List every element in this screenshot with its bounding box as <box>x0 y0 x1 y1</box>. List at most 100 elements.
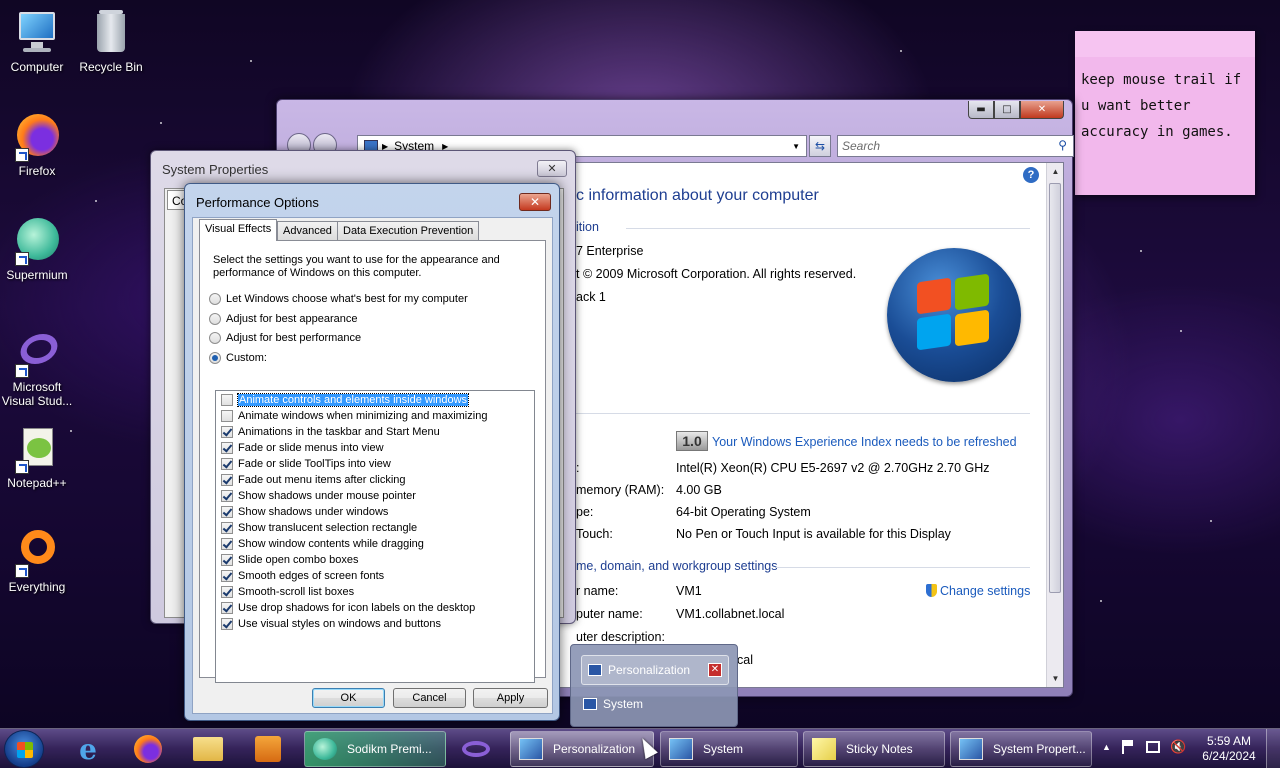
close-icon[interactable]: ✕ <box>708 663 722 677</box>
effect-item[interactable]: Use drop shadows for icon labels on the … <box>221 600 475 616</box>
radio-button-selected[interactable] <box>209 352 221 364</box>
effect-item[interactable]: Use visual styles on windows and buttons <box>221 616 441 632</box>
radio-let-windows-choose[interactable]: Let Windows choose what's best for my co… <box>209 293 468 305</box>
tab-visual-effects[interactable]: Visual Effects <box>199 219 278 241</box>
checkbox[interactable] <box>221 410 233 422</box>
checkbox-checked[interactable] <box>221 570 233 582</box>
pinned-explorer[interactable] <box>182 731 234 767</box>
effect-item[interactable]: Slide open combo boxes <box>221 552 358 568</box>
scrollbar-thumb[interactable] <box>1049 183 1061 593</box>
change-settings-label[interactable]: Change settings <box>940 584 1030 598</box>
desktop-icon-supermium[interactable]: Supermium <box>0 216 74 282</box>
effect-item[interactable]: Fade or slide menus into view <box>221 440 384 456</box>
start-button[interactable] <box>4 730 44 768</box>
scroll-down-icon[interactable]: ▼ <box>1047 670 1063 687</box>
visual-effects-list[interactable]: Animate controls and elements inside win… <box>215 390 535 683</box>
change-settings-link[interactable]: Change settings <box>926 584 1030 598</box>
scroll-up-icon[interactable]: ▲ <box>1047 163 1063 180</box>
checkbox-checked[interactable] <box>221 474 233 486</box>
effect-item[interactable]: Show translucent selection rectangle <box>221 520 417 536</box>
show-hidden-icons-icon[interactable]: ▲ <box>1102 742 1111 752</box>
checkbox-checked[interactable] <box>221 538 233 550</box>
checkbox-checked[interactable] <box>221 618 233 630</box>
sticky-note-header[interactable] <box>1075 31 1255 57</box>
popup-item-system[interactable]: System <box>583 689 643 719</box>
sticky-notes-icon <box>812 738 836 760</box>
ok-button[interactable]: OK <box>312 688 385 708</box>
effect-item[interactable]: Fade out menu items after clicking <box>221 472 406 488</box>
show-desktop-button[interactable] <box>1266 729 1280 768</box>
refresh-icon: ⇆ <box>814 139 826 153</box>
sticky-note[interactable]: keep mouse trail if u want better accura… <box>1075 31 1255 195</box>
popup-item-personalization[interactable]: Personalization ✕ <box>581 655 729 685</box>
taskbar-button-sticky-notes[interactable]: Sticky Notes <box>803 731 945 767</box>
memory-label: memory (RAM): <box>576 483 665 497</box>
search-input[interactable]: Search ⚲ <box>837 135 1074 157</box>
desktop-icon-recycle-bin[interactable]: Recycle Bin <box>74 8 148 74</box>
cancel-button[interactable]: Cancel <box>393 688 466 708</box>
effect-item[interactable]: Animate windows when minimizing and maxi… <box>221 408 487 424</box>
address-dropdown-icon[interactable]: ▼ <box>792 142 800 151</box>
radio-button[interactable] <box>209 313 221 325</box>
radio-best-appearance[interactable]: Adjust for best appearance <box>209 313 357 325</box>
effect-item[interactable]: Show window contents while dragging <box>221 536 424 552</box>
checkbox-checked[interactable] <box>221 442 233 454</box>
taskbar-button-system-properties[interactable]: System Propert... <box>950 731 1092 767</box>
checkbox-checked[interactable] <box>221 554 233 566</box>
effect-item[interactable]: Animations in the taskbar and Start Menu <box>221 424 440 440</box>
radio-best-performance[interactable]: Adjust for best performance <box>209 332 361 344</box>
checkbox-checked[interactable] <box>221 458 233 470</box>
pinned-media-player[interactable] <box>242 731 294 767</box>
close-button[interactable]: ✕ <box>537 160 567 177</box>
effect-label: Show shadows under mouse pointer <box>238 490 416 502</box>
network-icon[interactable] <box>1146 741 1160 753</box>
tab-advanced[interactable]: Advanced <box>277 221 338 240</box>
refresh-button[interactable]: ⇆ <box>809 135 831 157</box>
taskbar-button-system[interactable]: System <box>660 731 798 767</box>
radio-button[interactable] <box>209 293 221 305</box>
sticky-note-text[interactable]: keep mouse trail if u want better accura… <box>1081 67 1249 145</box>
checkbox[interactable] <box>221 394 233 406</box>
checkbox-checked[interactable] <box>221 586 233 598</box>
wei-refresh-link[interactable]: Your Windows Experience Index needs to b… <box>712 435 1017 449</box>
checkbox-checked[interactable] <box>221 506 233 518</box>
taskbar-button-supermium[interactable]: Sodikm Premi... <box>304 731 446 767</box>
checkbox-checked[interactable] <box>221 602 233 614</box>
radio-button[interactable] <box>209 332 221 344</box>
pinned-visual-studio[interactable] <box>450 731 502 767</box>
performance-options-dialog[interactable]: Performance Options ✕ Visual Effects Adv… <box>184 183 560 721</box>
maximize-button[interactable]: □ <box>994 101 1020 119</box>
minimize-button[interactable]: ▬ <box>968 101 994 119</box>
clock[interactable]: 5:59 AM 6/24/2024 <box>1194 734 1264 764</box>
desktop-icon-firefox[interactable]: Firefox <box>0 112 74 178</box>
desktop-icon-everything[interactable]: Everything <box>0 528 74 594</box>
radio-custom[interactable]: Custom: <box>209 352 267 364</box>
help-icon[interactable]: ? <box>1023 167 1039 183</box>
effect-item[interactable]: Animate controls and elements inside win… <box>221 392 470 408</box>
close-button[interactable]: ✕ <box>1020 101 1064 119</box>
pinned-internet-explorer[interactable]: e <box>62 731 114 767</box>
checkbox-checked[interactable] <box>221 426 233 438</box>
effect-item[interactable]: Fade or slide ToolTips into view <box>221 456 391 472</box>
close-button[interactable]: ✕ <box>519 193 551 211</box>
desktop-icon-visual-studio[interactable]: Microsoft Visual Stud... <box>0 328 74 408</box>
pinned-firefox[interactable] <box>122 731 174 767</box>
checkbox-checked[interactable] <box>221 490 233 502</box>
desktop-icon-computer[interactable]: Computer <box>0 8 74 74</box>
checkbox-checked[interactable] <box>221 522 233 534</box>
everything-icon <box>13 528 61 578</box>
volume-muted-icon[interactable]: 🔇 <box>1170 739 1186 755</box>
system-icon <box>583 698 597 710</box>
vertical-scrollbar[interactable]: ▲ ▼ <box>1046 163 1063 687</box>
popup-item-label: Personalization <box>608 663 691 677</box>
taskbar-button-personalization[interactable]: Personalization <box>510 731 654 767</box>
apply-button[interactable]: Apply <box>473 688 548 708</box>
effect-item[interactable]: Show shadows under mouse pointer <box>221 488 416 504</box>
action-center-flag-icon[interactable] <box>1122 740 1134 754</box>
effect-item[interactable]: Show shadows under windows <box>221 504 388 520</box>
taskbar-button-label: Sodikm Premi... <box>347 742 432 756</box>
effect-item[interactable]: Smooth edges of screen fonts <box>221 568 384 584</box>
effect-item[interactable]: Smooth-scroll list boxes <box>221 584 354 600</box>
tab-data-execution-prevention[interactable]: Data Execution Prevention <box>337 221 480 240</box>
desktop-icon-notepadpp[interactable]: Notepad++ <box>0 424 74 490</box>
